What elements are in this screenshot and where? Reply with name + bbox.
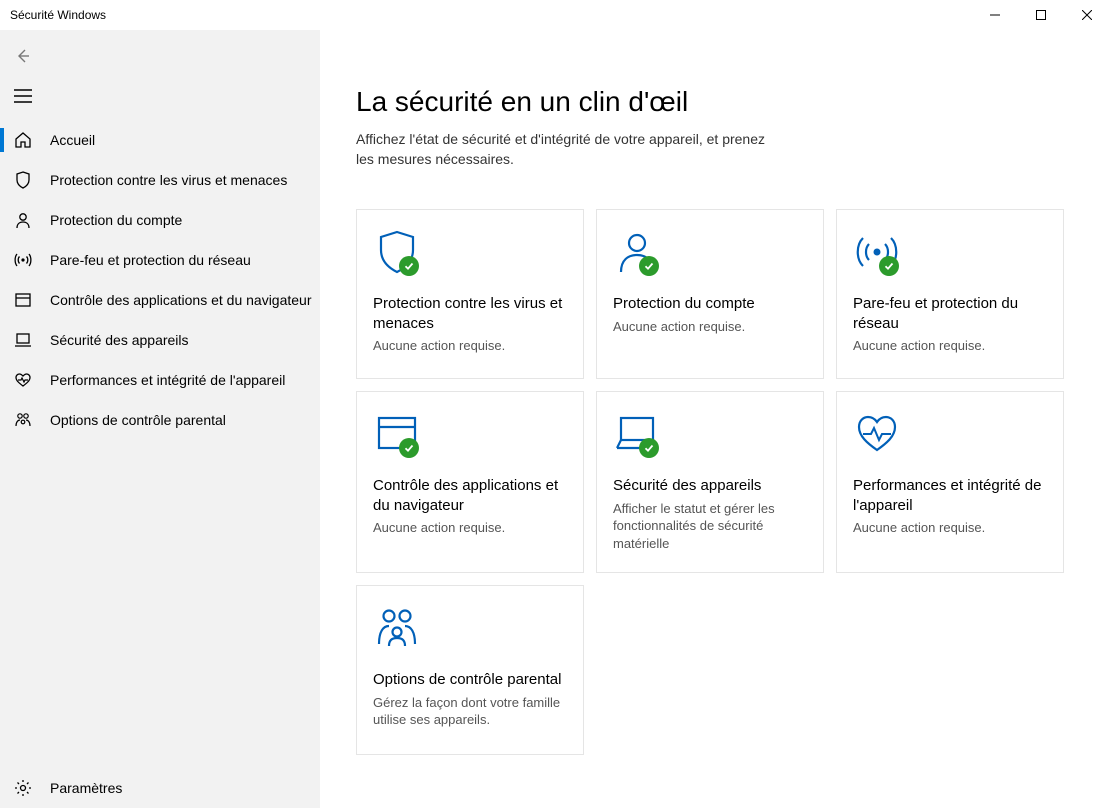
card-firewall[interactable]: Pare-feu et protection du réseau Aucune … [836,209,1064,379]
nav-label: Paramètres [50,780,122,796]
cards-grid: Protection contre les virus et menaces A… [356,209,1110,755]
card-performance[interactable]: Performances et intégrité de l'appareil … [836,391,1064,573]
nav-label: Sécurité des appareils [50,332,189,348]
card-device-security[interactable]: Sécurité des appareils Afficher le statu… [596,391,824,573]
shield-icon [14,171,32,189]
nav-item-virus[interactable]: Protection contre les virus et menaces [0,160,320,200]
nav-label: Pare-feu et protection du réseau [50,252,251,268]
nav-label: Contrôle des applications et du navigate… [50,292,312,308]
card-desc: Aucune action requise. [373,519,567,537]
sidebar: Accueil Protection contre les virus et m… [0,30,320,808]
family-icon [373,604,421,652]
card-title: Contrôle des applications et du navigate… [373,476,567,515]
card-desc: Aucune action requise. [853,519,1047,537]
person-icon [14,211,32,229]
card-desc: Afficher le statut et gérer les fonction… [613,500,807,553]
nav-label: Performances et intégrité de l'appareil [50,372,285,388]
card-title: Sécurité des appareils [613,476,807,496]
family-icon [14,411,32,429]
antenna-icon [853,228,901,276]
card-desc: Gérez la façon dont votre famille utilis… [373,694,567,729]
page-title: La sécurité en un clin d'œil [356,86,1110,118]
nav-item-firewall[interactable]: Pare-feu et protection du réseau [0,240,320,280]
card-title: Options de contrôle parental [373,670,567,690]
card-account-protection[interactable]: Protection du compte Aucune action requi… [596,209,824,379]
content-area: La sécurité en un clin d'œil Affichez l'… [320,30,1110,808]
hamburger-button[interactable] [0,76,46,116]
page-subtitle: Affichez l'état de sécurité et d'intégri… [356,130,776,169]
nav-item-account[interactable]: Protection du compte [0,200,320,240]
app-icon [373,410,421,458]
nav-item-home[interactable]: Accueil [0,120,320,160]
card-title: Protection du compte [613,294,807,314]
antenna-icon [14,251,32,269]
app-icon [14,291,32,309]
device-icon [613,410,661,458]
nav-item-app-control[interactable]: Contrôle des applications et du navigate… [0,280,320,320]
nav-label: Options de contrôle parental [50,412,226,428]
shield-icon [373,228,421,276]
nav-item-settings[interactable]: Paramètres [0,768,320,808]
nav-label: Protection du compte [50,212,182,228]
minimize-button[interactable] [972,0,1018,30]
card-title: Performances et intégrité de l'appareil [853,476,1047,515]
card-desc: Aucune action requise. [613,318,807,336]
device-icon [14,331,32,349]
nav-list: Accueil Protection contre les virus et m… [0,120,320,768]
close-button[interactable] [1064,0,1110,30]
titlebar: Sécurité Windows [0,0,1110,30]
nav-label: Protection contre les virus et menaces [50,172,287,188]
heart-icon [14,371,32,389]
nav-item-performance[interactable]: Performances et intégrité de l'appareil [0,360,320,400]
card-desc: Aucune action requise. [373,337,567,355]
nav-item-family[interactable]: Options de contrôle parental [0,400,320,440]
card-family[interactable]: Options de contrôle parental Gérez la fa… [356,585,584,755]
card-app-control[interactable]: Contrôle des applications et du navigate… [356,391,584,573]
window-controls [972,0,1110,30]
window-title: Sécurité Windows [10,8,106,22]
nav-item-device[interactable]: Sécurité des appareils [0,320,320,360]
back-button[interactable] [0,36,46,76]
card-title: Protection contre les virus et menaces [373,294,567,333]
home-icon [14,131,32,149]
card-desc: Aucune action requise. [853,337,1047,355]
card-virus-protection[interactable]: Protection contre les virus et menaces A… [356,209,584,379]
maximize-button[interactable] [1018,0,1064,30]
heart-icon [853,410,901,458]
nav-label: Accueil [50,132,95,148]
gear-icon [14,779,32,797]
card-title: Pare-feu et protection du réseau [853,294,1047,333]
person-icon [613,228,661,276]
